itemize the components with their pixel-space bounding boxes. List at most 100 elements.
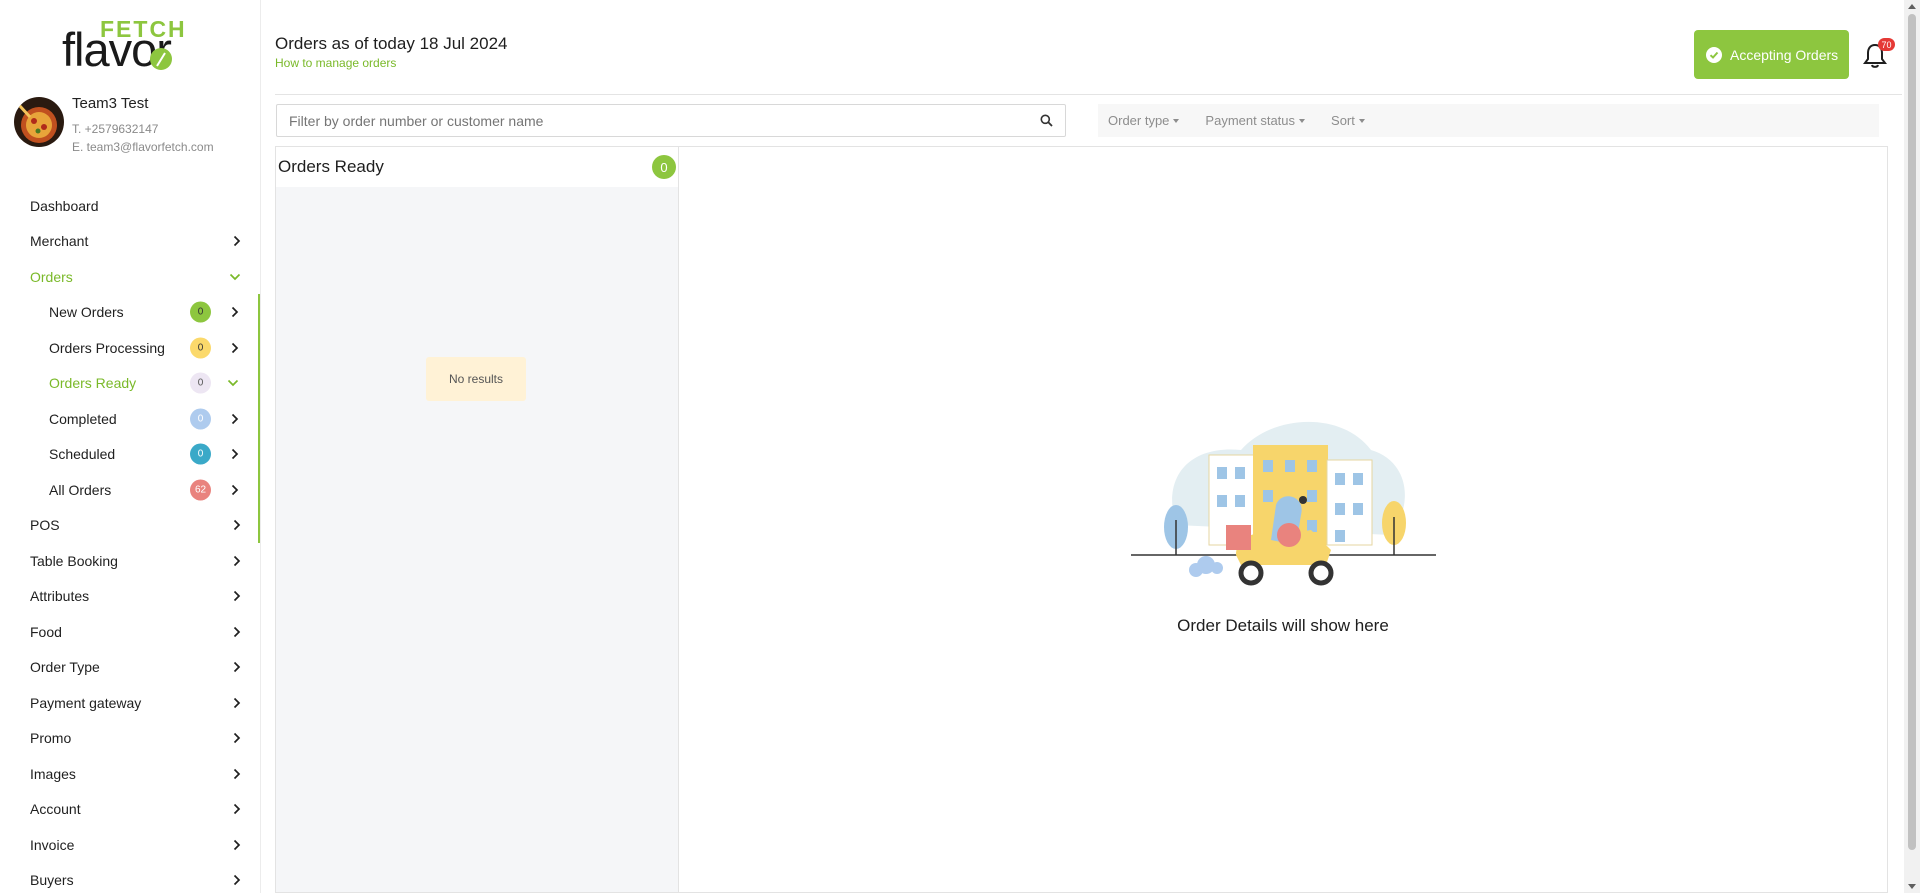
chevron-right-icon (233, 662, 241, 673)
caret-down-icon (1173, 118, 1180, 123)
sidebar-item-merchant[interactable]: Merchant (0, 224, 260, 260)
user-profile: Team3 Test T. +2579632147 E. team3@flavo… (14, 95, 254, 157)
chevron-down-icon (229, 273, 241, 280)
caret-down-icon (1299, 118, 1306, 123)
sidebar-item-images[interactable]: Images (0, 756, 260, 792)
page-title: Orders as of today 18 Jul 2024 (275, 34, 508, 53)
sidebar-item-food[interactable]: Food (0, 614, 260, 650)
sidebar-item-new-orders[interactable]: New Orders 0 (0, 295, 260, 331)
count-badge: 0 (190, 408, 211, 430)
avatar[interactable] (14, 97, 64, 147)
sidebar-item-label: New Orders (49, 304, 124, 321)
main-content: Orders as of today 18 Jul 2024 How to ma… (262, 0, 1902, 893)
sidebar-item-label: Dashboard (30, 197, 99, 214)
sidebar-item-label: Scheduled (49, 446, 116, 463)
notification-count-badge: 70 (1878, 38, 1895, 51)
orders-list-count-badge: 0 (652, 155, 676, 179)
sidebar-item-table-booking[interactable]: Table Booking (0, 543, 260, 579)
count-badge: 0 (190, 372, 211, 394)
filter-bar: Order type Payment status Sort (1098, 104, 1879, 137)
sidebar-item-label: Payment gateway (30, 694, 142, 711)
order-type-label: Order type (1108, 113, 1170, 128)
search-icon[interactable] (1040, 114, 1053, 127)
orders-list-panel: Orders Ready 0 No results (275, 146, 679, 893)
sidebar-item-orders-ready[interactable]: Orders Ready 0 (0, 366, 260, 402)
search-box (276, 104, 1066, 137)
sidebar-item-label: Orders Processing (49, 339, 165, 356)
sidebar-item-orders[interactable]: Orders (0, 259, 260, 295)
sidebar-item-buyers[interactable]: Buyers (0, 863, 260, 893)
notifications-button[interactable]: 70 (1862, 38, 1895, 70)
sort-dropdown[interactable]: Sort (1331, 113, 1365, 128)
chevron-right-icon (233, 591, 241, 602)
count-badge: 62 (190, 479, 211, 501)
page-scrollbar[interactable] (1904, 0, 1920, 893)
accepting-orders-label: Accepting Orders (1730, 46, 1839, 63)
order-details-placeholder-text: Order Details will show here (1177, 616, 1389, 635)
chevron-right-icon (233, 733, 241, 744)
search-input[interactable] (277, 105, 1017, 136)
sidebar-item-label: Orders (30, 268, 73, 285)
sidebar-item-payment-gateway[interactable]: Payment gateway (0, 685, 260, 721)
delivery-scooter-illustration (1131, 421, 1436, 586)
sidebar-item-all-orders[interactable]: All Orders 62 (0, 472, 260, 508)
sidebar-item-order-type[interactable]: Order Type (0, 650, 260, 686)
sidebar-item-scheduled[interactable]: Scheduled 0 (0, 437, 260, 473)
count-badge: 0 (190, 443, 211, 465)
chevron-right-icon (233, 804, 241, 815)
scroll-up-arrow-icon[interactable] (1908, 4, 1916, 9)
fork-leaf-icon (150, 48, 172, 70)
sidebar-item-promo[interactable]: Promo (0, 721, 260, 757)
sidebar-item-orders-processing[interactable]: Orders Processing 0 (0, 330, 260, 366)
count-badge: 0 (190, 301, 211, 323)
sidebar-item-label: All Orders (49, 481, 112, 498)
check-circle-icon (1706, 46, 1722, 63)
chevron-right-icon (233, 839, 241, 850)
sidebar-item-label: Order Type (30, 659, 100, 676)
sidebar-item-label: Invoice (30, 836, 75, 853)
chevron-right-icon (233, 520, 241, 531)
chevron-right-icon (233, 768, 241, 779)
chevron-right-icon (231, 484, 239, 495)
order-details-panel: Order Details will show here (678, 146, 1888, 893)
sidebar-item-pos[interactable]: POS (0, 508, 260, 544)
chevron-right-icon (231, 342, 239, 353)
count-badge: 0 (190, 337, 211, 359)
sidebar-item-label: Account (30, 801, 81, 818)
sidebar-item-label: Merchant (30, 233, 89, 250)
caret-down-icon (1358, 118, 1365, 123)
profile-email: E. team3@flavorfetch.com (72, 140, 214, 154)
sidebar-item-label: Food (30, 623, 62, 640)
chevron-right-icon (233, 555, 241, 566)
chevron-right-icon (233, 236, 241, 247)
scrollbar-thumb[interactable] (1908, 14, 1916, 850)
order-type-dropdown[interactable]: Order type (1108, 113, 1180, 128)
orders-list-title: Orders Ready (278, 157, 384, 176)
fetch-flavor-logo[interactable]: FETCH flavor (62, 14, 192, 73)
sidebar-nav: Dashboard Merchant Orders New Orders 0 O… (0, 188, 260, 893)
sidebar-item-label: Table Booking (30, 552, 118, 569)
sidebar-item-label: Orders Ready (49, 375, 137, 392)
how-to-manage-orders-link[interactable]: How to manage orders (275, 56, 396, 70)
sidebar-item-label: POS (30, 517, 60, 534)
accepting-orders-button[interactable]: Accepting Orders (1694, 30, 1849, 79)
header-divider (275, 94, 1902, 95)
sidebar-item-dashboard[interactable]: Dashboard (0, 188, 260, 224)
payment-status-label: Payment status (1205, 113, 1296, 128)
chevron-right-icon (231, 449, 239, 460)
orders-group: Orders New Orders 0 Orders Processing 0 … (0, 259, 260, 543)
chevron-right-icon (233, 626, 241, 637)
sort-label: Sort (1331, 113, 1355, 128)
sidebar-item-attributes[interactable]: Attributes (0, 579, 260, 615)
sidebar-item-label: Promo (30, 730, 72, 747)
payment-status-dropdown[interactable]: Payment status (1205, 113, 1306, 128)
sidebar-item-label: Images (30, 765, 76, 782)
scroll-down-arrow-icon[interactable] (1908, 884, 1916, 889)
sidebar-item-account[interactable]: Account (0, 792, 260, 828)
sidebar-item-completed[interactable]: Completed 0 (0, 401, 260, 437)
sidebar-item-invoice[interactable]: Invoice (0, 827, 260, 863)
chevron-down-icon (227, 380, 239, 387)
sidebar-item-label: Completed (49, 410, 117, 427)
chevron-right-icon (233, 875, 241, 886)
sidebar-item-label: Attributes (30, 588, 90, 605)
